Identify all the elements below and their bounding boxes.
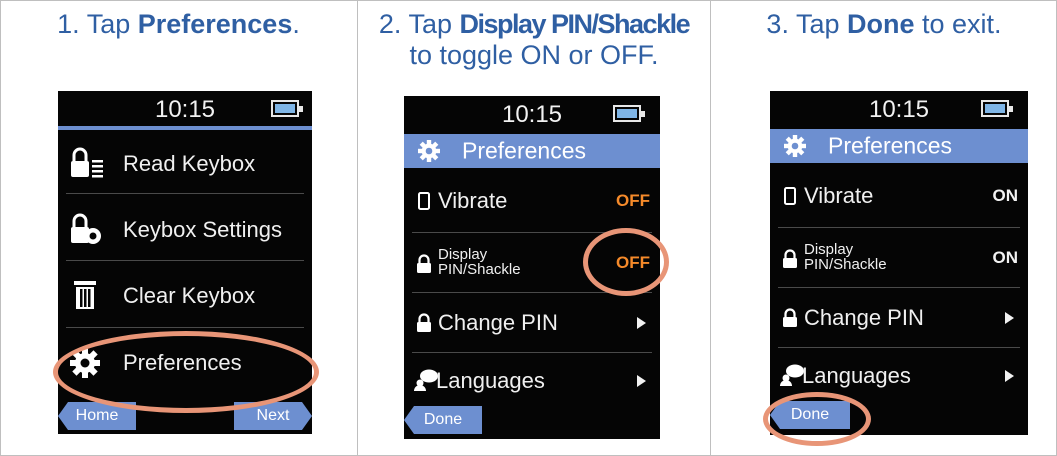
- setting-label: Vibrate: [804, 183, 874, 208]
- setting-vibrate[interactable]: Vibrate ON: [770, 167, 1028, 225]
- screen-title: Preferences: [828, 132, 953, 159]
- padlock-icon: [417, 254, 431, 273]
- setting-change-pin[interactable]: Change PIN: [770, 291, 1028, 345]
- gear-icon: [418, 140, 440, 162]
- menu-label: Read Keybox: [123, 151, 256, 176]
- phone-icon: [784, 187, 796, 205]
- setting-vibrate[interactable]: Vibrate OFF: [404, 172, 660, 230]
- status-divider: [58, 126, 312, 130]
- setting-languages[interactable]: Languages: [770, 351, 1028, 401]
- title-bar: Preferences: [404, 134, 660, 168]
- chevron-right-icon: [637, 317, 646, 329]
- gear-icon: [784, 135, 806, 157]
- setting-display-pin-shackle[interactable]: Display PIN/Shackle OFF: [404, 234, 660, 292]
- lock-gear-icon: [71, 213, 101, 244]
- divider: [778, 347, 1020, 348]
- phone-icon: [418, 192, 430, 210]
- divider: [778, 287, 1020, 288]
- screen-title: Preferences: [462, 137, 587, 164]
- next-button[interactable]: Next: [234, 402, 312, 430]
- done-button[interactable]: Done: [770, 401, 850, 429]
- setting-label: Vibrate: [438, 188, 508, 213]
- setting-label-line2: PIN/Shackle: [804, 256, 887, 273]
- speech-bubble-icon: [780, 364, 804, 386]
- status-bar: 10:15: [58, 91, 312, 129]
- divider: [778, 227, 1020, 228]
- gear-icon: [70, 348, 100, 378]
- display-pin-value: OFF: [616, 253, 650, 272]
- step-1-caption: 1. Tap Preferences.: [57, 9, 300, 39]
- vibrate-value: OFF: [616, 191, 650, 210]
- setting-label-line1: Display: [438, 246, 488, 263]
- title-bar: Preferences: [770, 129, 1028, 163]
- divider: [412, 292, 652, 293]
- divider: [66, 260, 304, 261]
- menu-item-clear-keybox[interactable]: Clear Keybox: [58, 267, 312, 325]
- device-screen-1: 10:15 Read Keybox Keybox Settings Clear …: [58, 91, 312, 434]
- device-screen-2: 10:15 Preferences Vibrate OFF Display PI…: [404, 96, 660, 439]
- trash-icon: [74, 281, 96, 309]
- setting-label-line2: PIN/Shackle: [438, 261, 521, 278]
- battery-icon: [271, 100, 303, 117]
- setting-languages[interactable]: Languages: [404, 356, 660, 406]
- padlock-icon: [783, 308, 797, 327]
- device-screen-3: 10:15 Preferences Vibrate ON Display PIN…: [770, 91, 1028, 435]
- setting-label: Change PIN: [438, 310, 558, 335]
- step-2-column: 2. Tap Display PIN/Shackle to toggle ON o…: [357, 1, 710, 455]
- menu-label: Clear Keybox: [123, 283, 256, 308]
- setting-display-pin-shackle[interactable]: Display PIN/Shackle ON: [770, 229, 1028, 287]
- setting-change-pin[interactable]: Change PIN: [404, 296, 660, 350]
- menu-item-read-keybox[interactable]: Read Keybox: [58, 135, 312, 193]
- chevron-right-icon: [1005, 370, 1014, 382]
- setting-label-line1: Display: [804, 241, 854, 258]
- step-1-column: 1. Tap Preferences. 10:15 Read Keybox Ke…: [1, 1, 356, 455]
- step-2-caption: 2. Tap Display PIN/Shackle to toggle ON o…: [378, 9, 691, 70]
- instruction-panel: 1. Tap Preferences. 10:15 Read Keybox Ke…: [0, 0, 1057, 456]
- menu-item-preferences[interactable]: Preferences: [58, 334, 312, 392]
- display-pin-value: ON: [992, 248, 1019, 267]
- lock-list-icon: [71, 147, 103, 178]
- setting-label: Languages: [436, 368, 545, 393]
- chevron-right-icon: [1005, 312, 1014, 324]
- menu-label: Keybox Settings: [123, 217, 282, 242]
- setting-label: Languages: [802, 363, 911, 388]
- divider: [66, 327, 304, 328]
- status-bar: 10:15: [770, 91, 1028, 129]
- divider: [66, 193, 304, 194]
- home-button[interactable]: Home: [58, 402, 136, 430]
- menu-item-keybox-settings[interactable]: Keybox Settings: [58, 201, 312, 259]
- menu-label: Preferences: [123, 350, 242, 375]
- chevron-right-icon: [637, 375, 646, 387]
- padlock-icon: [783, 249, 797, 268]
- divider: [412, 232, 652, 233]
- setting-label: Change PIN: [804, 305, 924, 330]
- speech-bubble-icon: [414, 369, 438, 391]
- step-3-column: 3. Tap Done to exit. 10:15 Preferences V…: [710, 1, 1057, 455]
- done-button[interactable]: Done: [404, 406, 482, 434]
- status-bar: 10:15: [404, 96, 660, 134]
- step-3-caption: 3. Tap Done to exit.: [766, 9, 1002, 39]
- divider: [412, 352, 652, 353]
- padlock-icon: [417, 313, 431, 332]
- vibrate-value: ON: [992, 186, 1019, 205]
- battery-icon: [981, 100, 1013, 117]
- battery-icon: [613, 105, 645, 122]
